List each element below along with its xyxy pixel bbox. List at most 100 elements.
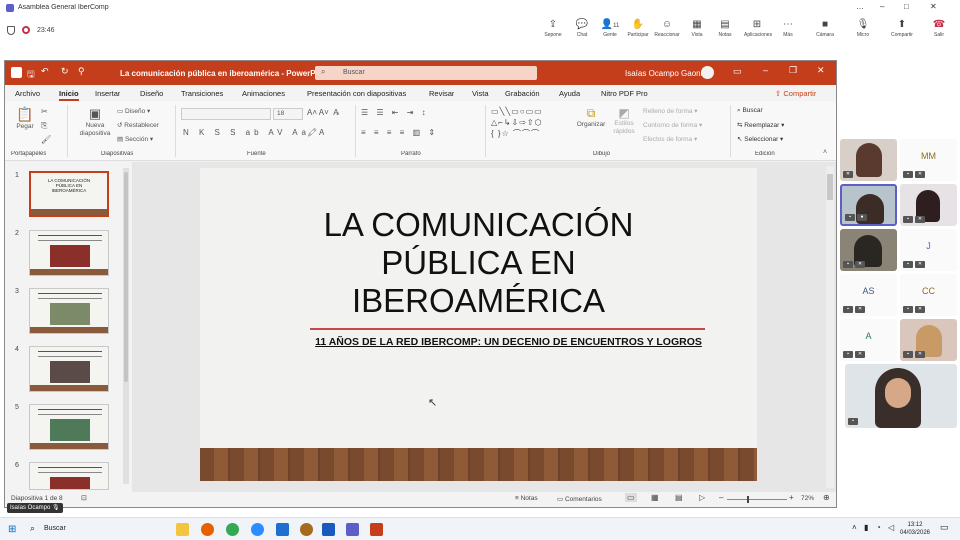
participant-tile[interactable]: ▪ ✕ — [900, 184, 957, 226]
windows-start-icon[interactable]: ⊞ — [8, 524, 16, 535]
slide-thumbnail-2[interactable] — [29, 230, 109, 276]
minimize-button[interactable]: – — [880, 2, 884, 11]
tray-chevron-icon[interactable]: ˄ — [852, 523, 857, 532]
font-color-buttons[interactable]: 🖍 A — [307, 128, 324, 137]
notes-button[interactable]: ▤ Notas — [712, 18, 738, 38]
reset-button[interactable]: ↺ Restablecer — [117, 121, 159, 129]
current-slide[interactable]: LA COMUNICACIÓN PÚBLICA EN IBEROAMÉRICA … — [200, 168, 757, 481]
save-icon[interactable]: 🖫 — [27, 67, 35, 83]
camera-button[interactable]: ■ Cámara — [812, 18, 838, 38]
quick-styles-button[interactable]: ◩ Estilos rápidos — [611, 106, 637, 136]
undo-icon[interactable]: ↶ — [41, 66, 49, 77]
shape-fill-button[interactable]: Relleno de forma ▾ — [643, 107, 698, 115]
app-icon[interactable] — [276, 523, 289, 536]
tab-insertar[interactable]: Insertar — [95, 89, 120, 98]
paste-button[interactable]: 📋 Pegar — [13, 106, 37, 130]
participant-tile-large[interactable]: ▪ — [845, 364, 957, 428]
taskbar-search[interactable]: Buscar — [44, 525, 66, 532]
slide-thumbnail-3[interactable] — [29, 288, 109, 334]
file-explorer-icon[interactable] — [176, 523, 189, 536]
redo-icon[interactable]: ↻ — [61, 66, 69, 77]
layout-button[interactable]: ▭ Diseño ▾ — [117, 107, 150, 115]
list-buttons[interactable]: ☰ ☰ ⇤ ⇥ ↕ — [361, 108, 429, 117]
format-painter-icon[interactable]: 🖌 — [41, 135, 51, 144]
react-button[interactable]: ☺ Reaccionar — [654, 18, 680, 38]
font-family-select[interactable] — [181, 108, 271, 120]
share-content-button[interactable]: ⇪ Sepone — [540, 18, 566, 38]
participant-tile[interactable]: ✕ — [840, 139, 897, 181]
participant-tile[interactable]: CC ▪ ✕ — [900, 274, 957, 316]
people-button[interactable]: 👤11 Gente — [597, 18, 623, 38]
avatar[interactable] — [701, 66, 714, 79]
participant-tile[interactable]: ▪ ✕ — [840, 229, 897, 271]
shapes-gallery[interactable]: ▭╲╲▭○▭▭ △⌐↳⇩⇨⇧⬡{ }☆ ⌒⌒⌒ — [491, 106, 571, 144]
tab-transiciones[interactable]: Transiciones — [181, 89, 223, 98]
mic-button[interactable]: 🎙 Micro — [850, 18, 876, 38]
volume-icon[interactable]: ◁ — [888, 523, 894, 532]
shape-effects-button[interactable]: Efectos de forma ▾ — [643, 135, 697, 143]
reading-view-icon[interactable]: ▤ — [675, 493, 683, 502]
tab-vista[interactable]: Vista — [472, 89, 489, 98]
tab-nitro[interactable]: Nitro PDF Pro — [601, 89, 648, 98]
clock[interactable]: 13:12 04/03/2026 — [898, 521, 932, 537]
align-buttons[interactable]: ≡ ≡ ≡ ≡ ▥ ⇕ — [361, 128, 438, 137]
leave-button[interactable]: ☎ Salir — [926, 18, 952, 38]
tab-presentacion[interactable]: Presentación con diapositivas — [307, 89, 406, 98]
share-ppt-button[interactable]: ⇧ Compartir — [775, 89, 816, 98]
tab-diseno[interactable]: Diseño — [140, 89, 163, 98]
minimize-ppt-button[interactable]: – — [763, 65, 768, 75]
accessibility-icon[interactable]: ⊡ — [81, 494, 87, 502]
thumbs-scrollbar[interactable] — [123, 168, 129, 484]
font-size-buttons[interactable]: A˄ A˅ A̷ — [307, 108, 339, 117]
slide-thumbnail-6[interactable] — [29, 462, 109, 490]
shape-outline-button[interactable]: Contorno de forma ▾ — [643, 121, 702, 129]
more-button[interactable]: ⋯ Más — [775, 18, 801, 38]
app-icon[interactable] — [300, 523, 313, 536]
restore-ppt-button[interactable]: ❐ — [789, 65, 797, 76]
more-options-button[interactable]: … — [856, 2, 864, 11]
tab-revisar[interactable]: Revisar — [429, 89, 454, 98]
sorter-view-icon[interactable]: ▦ — [651, 493, 659, 502]
tab-inicio[interactable]: Inicio — [59, 89, 79, 101]
slide-thumbnail-5[interactable] — [29, 404, 109, 450]
participant-tile[interactable]: AS ▪ ✕ — [840, 274, 897, 316]
participant-tile[interactable]: J ▪ ✕ — [900, 229, 957, 271]
zoom-out-button[interactable]: – — [719, 493, 723, 502]
select-button[interactable]: ↖ Seleccionar ▾ — [737, 135, 783, 143]
word-icon[interactable] — [322, 523, 335, 536]
normal-view-icon[interactable]: ▭ — [625, 493, 637, 502]
participant-tile[interactable]: A ▪ ✕ — [840, 319, 897, 361]
network-icon[interactable]: ▮ — [864, 523, 868, 532]
notification-icon[interactable]: ▭ — [940, 522, 949, 533]
section-button[interactable]: ▤ Sección ▾ — [117, 135, 153, 143]
tab-animaciones[interactable]: Animaciones — [242, 89, 285, 98]
customize-icon[interactable]: ⚲ — [78, 66, 85, 77]
comments-toggle[interactable]: ▭ Comentarios — [557, 495, 602, 503]
chat-button[interactable]: 💬 Chat — [569, 18, 595, 38]
replace-button[interactable]: ⇆ Reemplazar ▾ — [737, 121, 784, 129]
collapse-ribbon-icon[interactable]: ˄ — [823, 149, 827, 156]
share-screen-button[interactable]: ⬆ Compartir — [889, 18, 915, 38]
powerpoint-icon[interactable] — [370, 523, 383, 536]
font-style-buttons[interactable]: N K S S ab AV Aa — [183, 128, 310, 137]
slideshow-view-icon[interactable]: ▷ — [699, 493, 705, 502]
fit-slide-icon[interactable]: ⊕ — [823, 493, 830, 502]
wifi-icon[interactable]: ◔ — [876, 523, 881, 532]
participant-tile[interactable]: MM ▪ ✕ — [900, 139, 957, 181]
view-button[interactable]: ▦ Vista — [684, 18, 710, 38]
slide-thumbnail-4[interactable] — [29, 346, 109, 392]
apps-button[interactable]: ⊞ Aplicaciones — [744, 18, 772, 38]
teams-icon[interactable] — [346, 523, 359, 536]
tab-ayuda[interactable]: Ayuda — [559, 89, 580, 98]
tab-grabacion[interactable]: Grabación — [505, 89, 540, 98]
participant-tile-active[interactable]: ▪ ● — [840, 184, 897, 226]
ribbon-display-icon[interactable]: ▭ — [733, 66, 742, 77]
canvas-scrollbar[interactable] — [826, 166, 834, 488]
close-ppt-button[interactable]: ✕ — [817, 65, 825, 76]
new-slide-button[interactable]: ▣ Nueva diapositiva — [75, 106, 115, 138]
slide-thumbnail-1[interactable]: LA COMUNICACIÓN PÚBLICA EN IBEROAMÉRICA — [29, 171, 109, 217]
zoom-icon[interactable] — [251, 523, 264, 536]
ppt-search-box[interactable]: ⌕ Buscar — [315, 66, 537, 80]
search-icon[interactable]: ⌕ — [30, 523, 35, 534]
copy-icon[interactable]: ⎘ — [41, 121, 47, 131]
